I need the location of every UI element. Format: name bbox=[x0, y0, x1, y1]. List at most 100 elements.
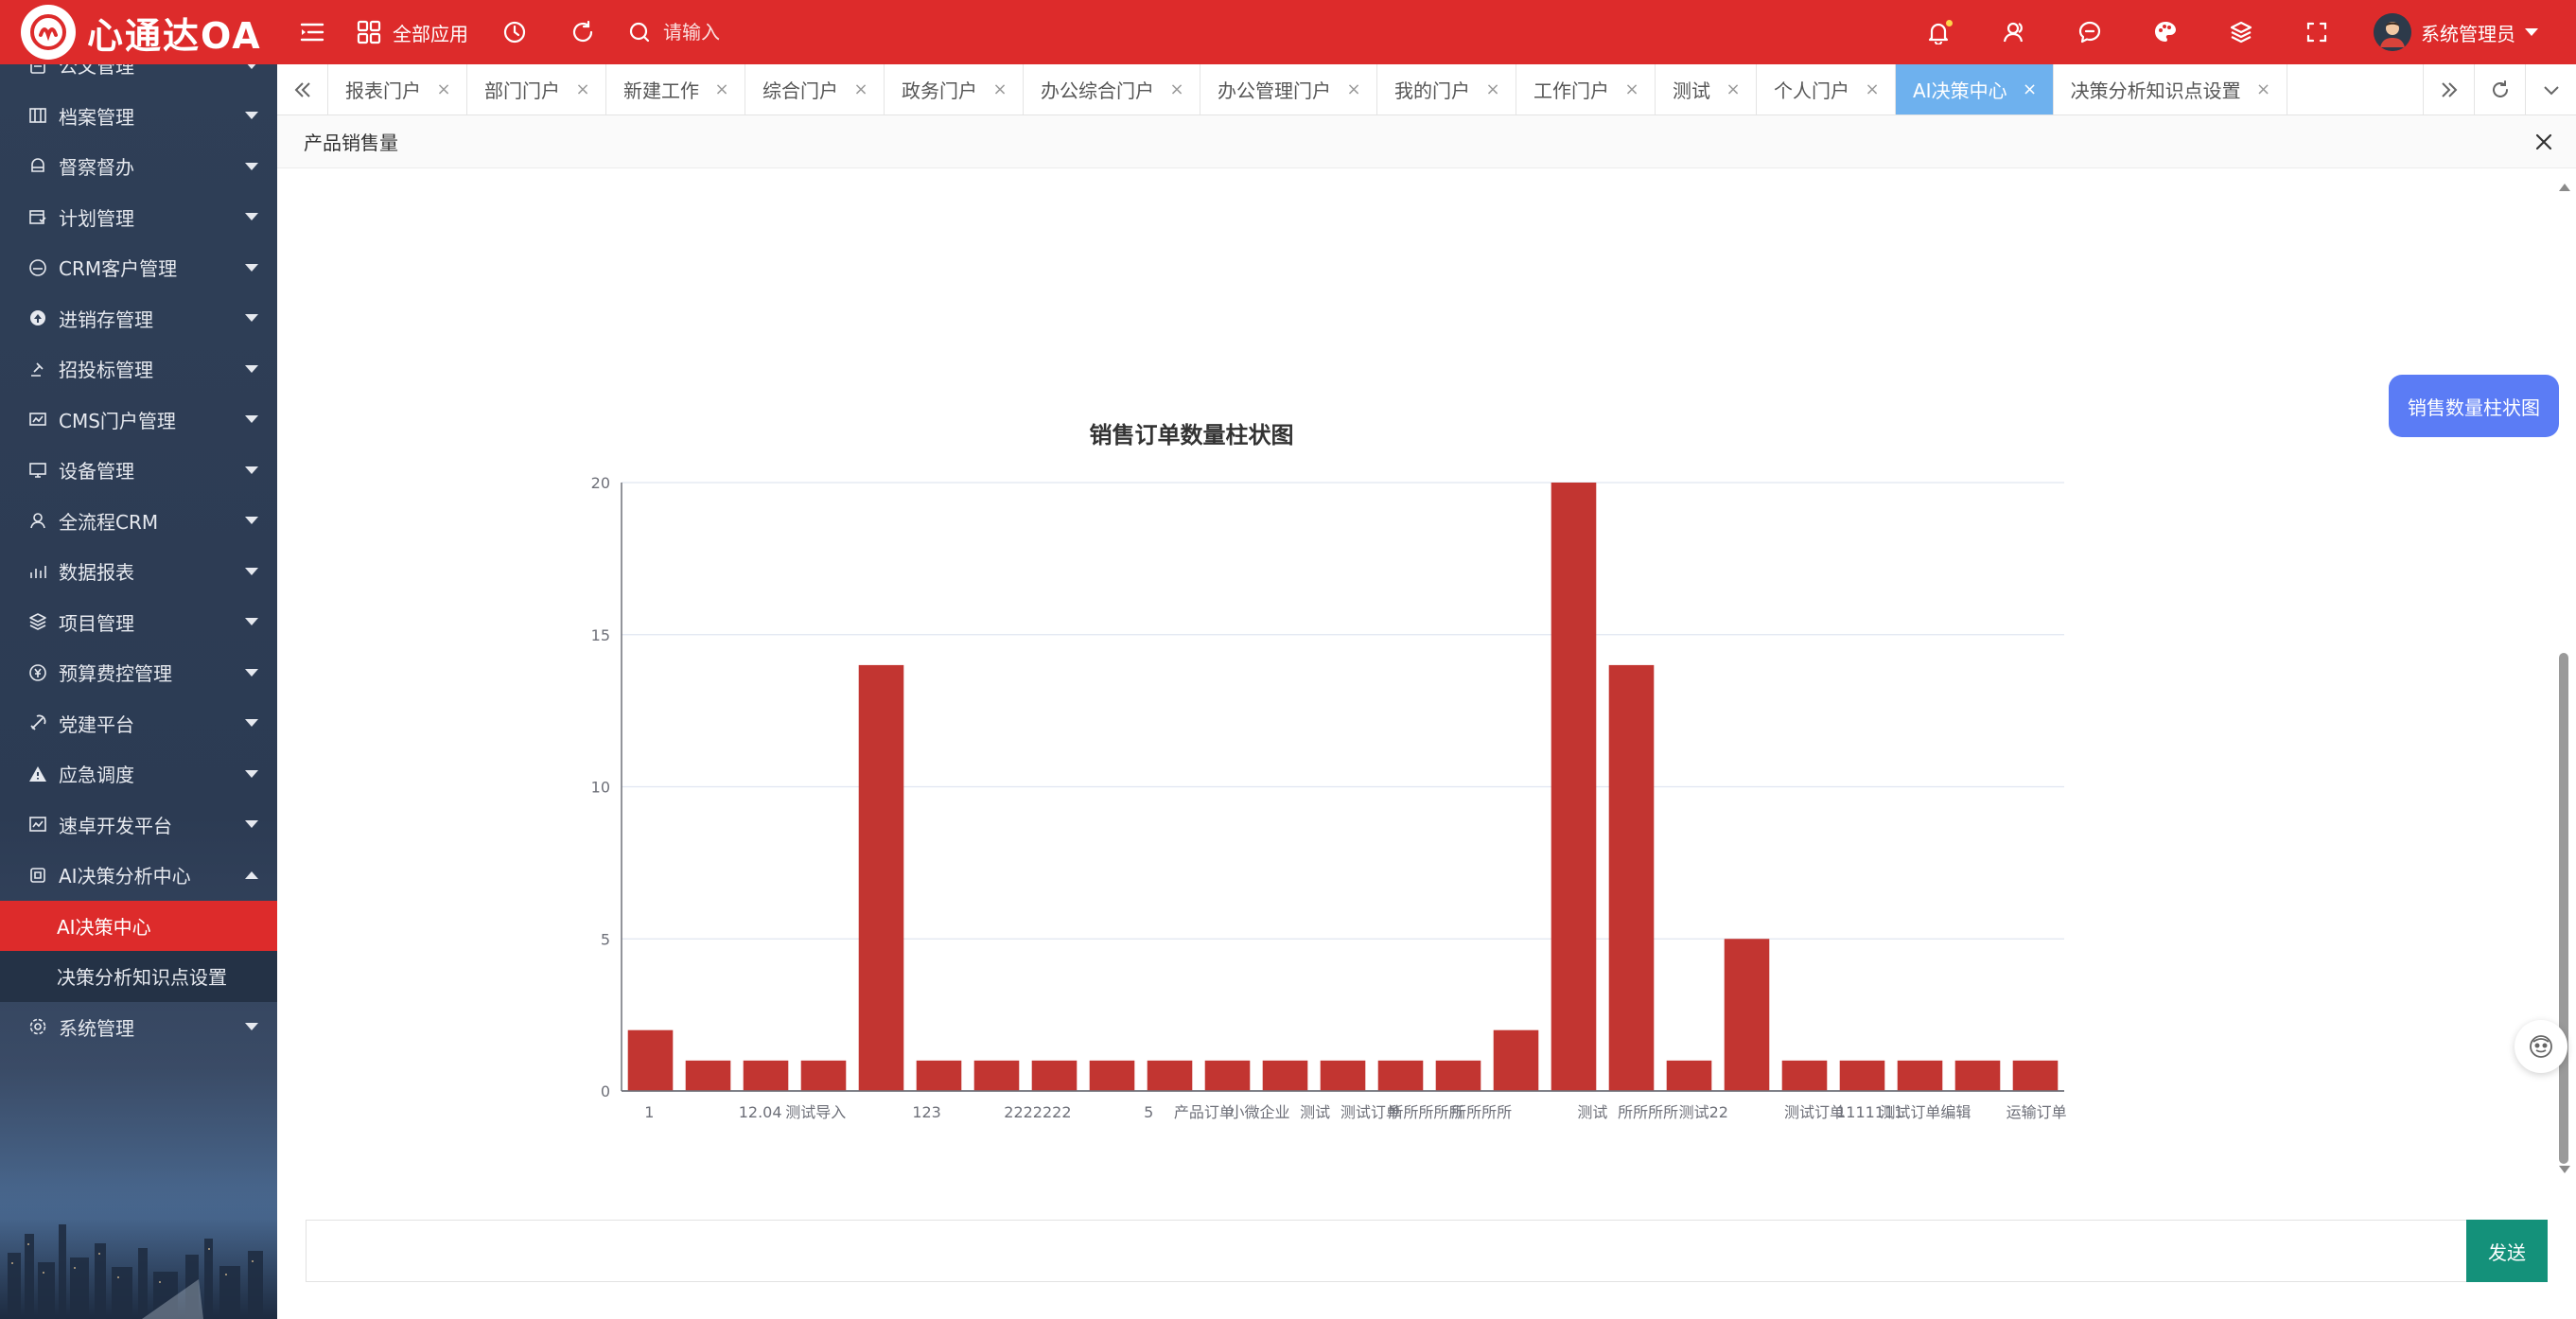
tab-my-portal[interactable]: 我的门户 × bbox=[1377, 64, 1516, 114]
y-tick-label: 5 bbox=[601, 930, 610, 948]
tab-work-portal[interactable]: 工作门户 × bbox=[1516, 64, 1656, 114]
tab-general-portal[interactable]: 综合门户 × bbox=[745, 64, 885, 114]
chart-bar bbox=[627, 1029, 674, 1091]
caret-down-icon bbox=[245, 314, 258, 323]
scroll-down-icon[interactable] bbox=[2559, 1166, 2570, 1173]
tabs-scroll-left-button[interactable] bbox=[277, 64, 328, 114]
close-icon[interactable]: × bbox=[2021, 79, 2040, 99]
fullscreen-button[interactable] bbox=[2279, 0, 2355, 64]
tab-list: 报表门户 × 部门门户 × 新建工作 × 综合门户 × 政务门户 × 办公综合门户 × 办公… bbox=[328, 64, 2423, 114]
user-menu[interactable]: 系统管理员 bbox=[2355, 0, 2576, 64]
avatar bbox=[2374, 13, 2411, 51]
project-icon bbox=[26, 610, 49, 633]
logo-icon bbox=[21, 5, 76, 60]
caret-down-icon bbox=[245, 567, 258, 575]
sidebar-item-bidding[interactable]: 招投标管理 bbox=[0, 343, 277, 395]
sidebar-item-flow-crm[interactable]: 全流程CRM bbox=[0, 496, 277, 547]
chart-x-axis: 1 12.04 测试导入 123 2222222 5 产品订单小微企业 测试 测试订单所所所所所… bbox=[622, 1090, 2067, 1121]
chart-bar bbox=[1147, 1060, 1193, 1091]
sidebar-item-dev-platform[interactable]: 速卓开发平台 bbox=[0, 800, 277, 851]
chart-bar bbox=[1666, 1060, 1712, 1091]
sidebar-item-budget[interactable]: 预算费控管理 bbox=[0, 647, 277, 698]
close-icon[interactable]: × bbox=[1724, 79, 1743, 99]
sidebar-item-device[interactable]: 设备管理 bbox=[0, 445, 277, 496]
tab-personal-portal[interactable]: 个人门户 × bbox=[1757, 64, 1896, 114]
x-tick-label: 测试 bbox=[1577, 1103, 1607, 1121]
tab-knowledge-settings[interactable]: 决策分析知识点设置 × bbox=[2054, 64, 2287, 114]
page-close-button[interactable] bbox=[2531, 129, 2557, 155]
scroll-up-icon[interactable] bbox=[2559, 184, 2570, 191]
tab-refresh-button[interactable] bbox=[2474, 64, 2525, 114]
x-tick-label: 5 bbox=[1144, 1103, 1153, 1121]
sidebar-item-project[interactable]: 项目管理 bbox=[0, 597, 277, 648]
close-icon[interactable]: × bbox=[1622, 79, 1641, 99]
sidebar-item-archive[interactable]: 档案管理 bbox=[0, 91, 277, 142]
sidebar-item-emergency[interactable]: 应急调度 bbox=[0, 748, 277, 800]
caret-down-icon bbox=[245, 64, 258, 69]
close-icon[interactable]: × bbox=[1344, 79, 1363, 99]
apps-grid-icon bbox=[355, 18, 383, 46]
messages-button[interactable] bbox=[2052, 0, 2128, 64]
tab-report-portal[interactable]: 报表门户 × bbox=[328, 64, 467, 114]
close-icon[interactable]: × bbox=[434, 79, 453, 99]
send-button[interactable]: 发送 bbox=[2466, 1220, 2548, 1282]
sidebar-item-cms[interactable]: CMS门户管理 bbox=[0, 395, 277, 446]
refresh-button[interactable] bbox=[569, 0, 597, 64]
close-icon[interactable]: × bbox=[712, 79, 731, 99]
close-icon[interactable]: × bbox=[1483, 79, 1502, 99]
sidebar-item-system[interactable]: 系统管理 bbox=[0, 1002, 277, 1053]
scroll-thumb[interactable] bbox=[2559, 653, 2568, 1164]
history-button[interactable] bbox=[500, 0, 529, 64]
sidebar-item-plan[interactable]: 计划管理 bbox=[0, 192, 277, 243]
close-icon[interactable]: × bbox=[990, 79, 1009, 99]
device-icon bbox=[26, 459, 49, 482]
tab-office-general-portal[interactable]: 办公综合门户 × bbox=[1024, 64, 1200, 114]
message-input[interactable] bbox=[306, 1220, 2466, 1282]
tab-test[interactable]: 测试 × bbox=[1656, 64, 1757, 114]
sidebar-item-party[interactable]: 党建平台 bbox=[0, 698, 277, 749]
sidebar-item-report[interactable]: 数据报表 bbox=[0, 546, 277, 597]
tab-office-management-portal[interactable]: 办公管理门户 × bbox=[1200, 64, 1377, 114]
chart-bar bbox=[2012, 1060, 2059, 1091]
close-icon[interactable]: × bbox=[573, 79, 592, 99]
tab-government-portal[interactable]: 政务门户 × bbox=[885, 64, 1024, 114]
sidebar-item-supervise[interactable]: 督察督办 bbox=[0, 141, 277, 192]
sidebar-subitem-knowledge-settings[interactable]: 决策分析知识点设置 bbox=[0, 951, 277, 1002]
global-search[interactable] bbox=[625, 13, 881, 51]
tabs-scroll-right-button[interactable] bbox=[2423, 64, 2474, 114]
x-tick-label: 测试22 bbox=[1679, 1103, 1728, 1121]
x-tick-label: 所所所所 bbox=[1451, 1103, 1512, 1121]
tab-ai-decision-center[interactable]: AI决策中心 × bbox=[1896, 64, 2054, 114]
menu-toggle-button[interactable] bbox=[298, 0, 326, 64]
caret-down-icon bbox=[245, 364, 258, 373]
all-apps-button[interactable]: 全部应用 bbox=[355, 0, 468, 64]
contacts-button[interactable] bbox=[1976, 0, 2052, 64]
chart-bar bbox=[1724, 939, 1770, 1091]
tab-new-work[interactable]: 新建工作 × bbox=[606, 64, 745, 114]
close-icon[interactable]: × bbox=[1167, 79, 1186, 99]
theme-button[interactable] bbox=[2128, 0, 2203, 64]
search-input[interactable] bbox=[663, 21, 852, 44]
sidebar-item-crm[interactable]: CRM客户管理 bbox=[0, 242, 277, 293]
sidebar-item-inventory[interactable]: 进销存管理 bbox=[0, 293, 277, 344]
x-tick-label: 运输订单 bbox=[2006, 1103, 2067, 1121]
supervise-icon bbox=[26, 155, 49, 178]
chart-bar bbox=[973, 1060, 1020, 1091]
sidebar-item-document[interactable]: 公文管理 bbox=[0, 64, 277, 91]
tab-dropdown-button[interactable] bbox=[2525, 64, 2576, 114]
sidebar-subitem-ai-decision-center[interactable]: AI决策中心 bbox=[0, 900, 277, 951]
sidebar-item-ai-center[interactable]: AI决策分析中心 bbox=[0, 850, 277, 901]
budget-icon bbox=[26, 661, 49, 684]
tab-department-portal[interactable]: 部门门户 × bbox=[467, 64, 606, 114]
caret-down-icon bbox=[245, 517, 258, 525]
assistant-float-button[interactable] bbox=[2515, 1020, 2567, 1073]
chart-bar bbox=[1954, 1060, 2001, 1091]
close-icon[interactable]: × bbox=[2254, 79, 2273, 99]
logo[interactable]: 心通达OA bbox=[0, 0, 277, 64]
close-icon[interactable]: × bbox=[1863, 79, 1882, 99]
notifications-button[interactable] bbox=[1901, 0, 1976, 64]
fullscreen-icon bbox=[2303, 18, 2331, 46]
layers-button[interactable] bbox=[2203, 0, 2279, 64]
refresh-icon bbox=[2492, 79, 2508, 97]
close-icon[interactable]: × bbox=[851, 79, 870, 99]
